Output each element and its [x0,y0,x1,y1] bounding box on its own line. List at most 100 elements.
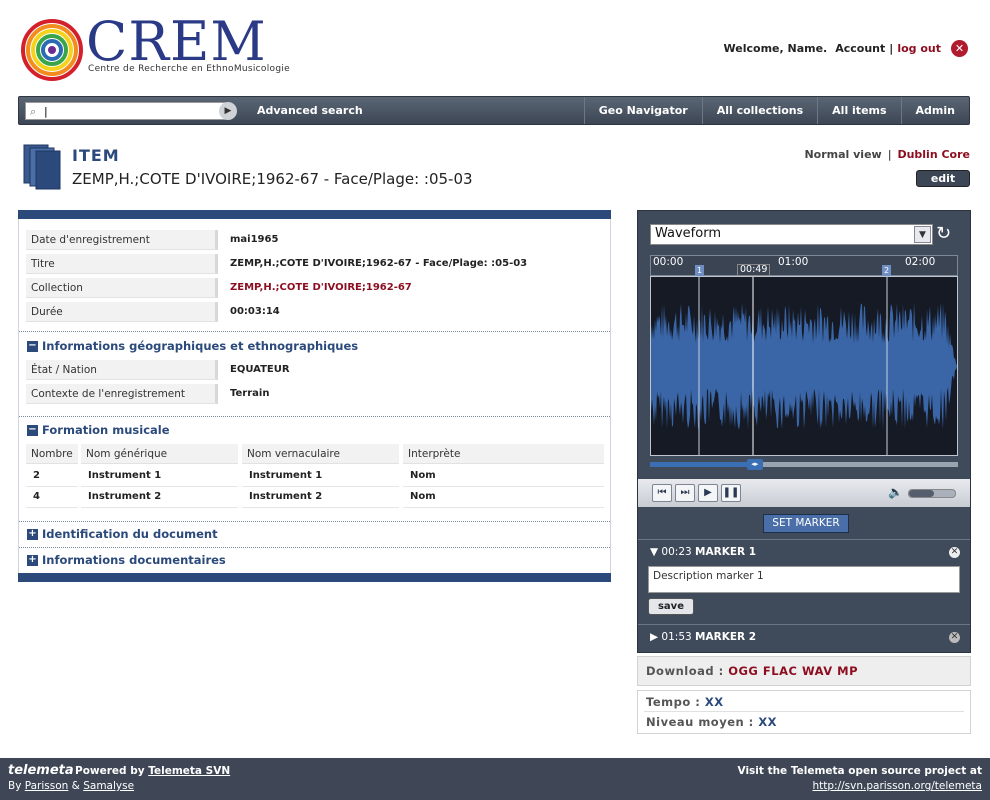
expand-icon[interactable]: + [27,528,38,540]
progress-fill [650,462,755,467]
table-cell: Instrument 1 [242,467,399,487]
identification-section-header[interactable]: + Identification du document [27,527,218,541]
field-value: ZEMP,H.;COTE D'IVOIRE;1962-67 - Face/Pla… [230,258,528,269]
item-metadata-panel: Date d'enregistrement mai1965 Titre ZEMP… [18,210,611,582]
timeline-tick: 02:00 [905,256,936,268]
svn-url-link[interactable]: http://svn.parisson.org/telemeta [813,780,983,792]
collapse-icon[interactable]: − [27,424,38,436]
chevron-down-icon[interactable]: ▼ [914,226,931,243]
level-row: Niveau moyen : XX [646,715,777,729]
documentary-section-header[interactable]: + Informations documentaires [27,553,226,567]
view-links: Normal view | Dublin Core [804,148,970,161]
download-wav-link[interactable]: WAV [802,664,833,678]
telemeta-logo[interactable]: telemeta [8,763,74,778]
dublin-core-link[interactable]: Dublin Core [897,148,970,161]
table-cell: Nom [403,467,604,487]
account-link[interactable]: Account [835,42,885,55]
download-mp-link[interactable]: MP [837,664,858,678]
edit-button[interactable]: edit [916,170,970,187]
section-title: Identification du document [42,527,218,541]
crem-logo[interactable]: CREM Centre de Recherche en EthnoMusicol… [20,12,330,82]
panel-top-bar [18,210,611,219]
analysis-box: Tempo : XX Niveau moyen : XX [637,690,971,734]
logout-link[interactable]: log out [897,42,941,55]
marker-name: MARKER 2 [695,631,757,643]
marker-flag-1[interactable]: 1 [695,265,704,276]
field-date: Date d'enregistrement mai1965 [26,230,604,250]
volume-icon[interactable]: 🔈 [888,485,903,499]
field-nation: État / Nation EQUATEUR [26,360,604,380]
table-cell: Instrument 2 [242,488,399,508]
download-ogg-link[interactable]: OGG [728,664,758,678]
refresh-icon[interactable]: ↻ [936,223,951,244]
tempo-label: Tempo : [646,695,701,709]
skip-back-icon[interactable]: ⏮ [652,484,672,502]
marker-header-1[interactable]: ▼ 00:23 MARKER 1 [650,546,756,558]
telemeta-svn-link[interactable]: Telemeta SVN [148,765,230,777]
table-cell: 2 [26,467,78,487]
field-value: Terrain [230,388,270,399]
download-label: Download : [646,664,724,678]
search-icon: ⌕ [30,105,37,118]
music-section-header[interactable]: − Formation musicale [27,423,170,437]
parisson-link[interactable]: Parisson [25,780,69,792]
section-title: Formation musicale [42,423,170,437]
set-marker-button[interactable]: SET MARKER [763,514,849,533]
expand-triangle-icon[interactable]: ▶ [650,631,658,643]
by-prefix: By [8,780,22,792]
main-navbar: ⌕ ▶ Advanced search Geo Navigator All co… [18,96,970,125]
nav-geo-navigator[interactable]: Geo Navigator [583,97,702,124]
section-title: Informations documentaires [42,553,226,567]
field-value: EQUATEUR [230,364,290,375]
marker-description-input[interactable]: Description marker 1 [648,566,960,593]
skip-forward-icon[interactable]: ⏭ [675,484,695,502]
timeline-ruler[interactable]: 00:00 01:00 02:00 00:49 1 2 [650,255,958,276]
collapse-icon[interactable]: − [27,340,38,352]
geo-section-header[interactable]: − Informations géographiques et ethnogra… [27,339,358,353]
play-icon[interactable]: ▶ [698,484,718,502]
section-divider [19,331,610,332]
nav-all-items[interactable]: All items [817,97,900,124]
section-title: Informations géographiques et ethnograph… [42,339,359,353]
progress-knob[interactable]: ◂▸ [746,459,763,470]
current-time-indicator: 00:49 [737,264,771,276]
table-cell: 4 [26,488,78,508]
search-input[interactable] [44,104,220,118]
download-flac-link[interactable]: FLAC [763,664,798,678]
marker-flag-2[interactable]: 2 [882,265,891,276]
volume-slider[interactable] [908,489,956,498]
field-duration: Durée 00:03:14 [26,302,604,322]
field-value: mai1965 [230,234,279,245]
waveform-view[interactable] [650,276,958,456]
marker-time: 01:53 [661,631,692,643]
search-go-icon[interactable]: ▶ [219,102,237,120]
progress-slider[interactable]: ◂▸ [650,459,958,470]
collection-link[interactable]: ZEMP,H.;COTE D'IVOIRE;1962-67 [230,282,412,293]
visualizer-select[interactable]: Waveform ▼ [650,224,933,245]
collapse-triangle-icon[interactable]: ▼ [650,546,658,558]
nav-admin[interactable]: Admin [900,97,969,124]
tempo-row: Tempo : XX [646,695,724,709]
logout-icon[interactable]: ✕ [951,40,968,57]
powered-prefix: Powered by [75,765,145,777]
panel-bottom-bar [18,573,611,582]
nav-all-collections[interactable]: All collections [701,97,817,124]
save-button[interactable]: save [648,598,694,615]
close-icon[interactable]: ✕ [949,547,960,558]
by-amp: & [71,780,80,792]
pause-icon[interactable]: ❚❚ [721,484,741,502]
column-header-performer: Interprète [403,444,604,464]
field-label: Contexte de l'enregistrement [26,384,218,404]
search-field[interactable]: ⌕ [25,102,225,120]
close-icon[interactable]: ✕ [949,632,960,643]
footer: telemeta Powered by Telemeta SVN By Pari… [0,758,990,800]
normal-view-link[interactable]: Normal view [804,148,881,161]
marker-header-2[interactable]: ▶ 01:53 MARKER 2 [650,631,756,643]
expand-icon[interactable]: + [27,554,38,566]
brand-subtitle: Centre de Recherche en EthnoMusicologie [88,64,290,74]
marker-time: 00:23 [661,546,692,558]
field-label: Durée [26,302,218,322]
samalyse-link[interactable]: Samalyse [83,780,134,792]
column-header-generic-name: Nom générique [81,444,238,464]
advanced-search-link[interactable]: Advanced search [257,104,363,117]
